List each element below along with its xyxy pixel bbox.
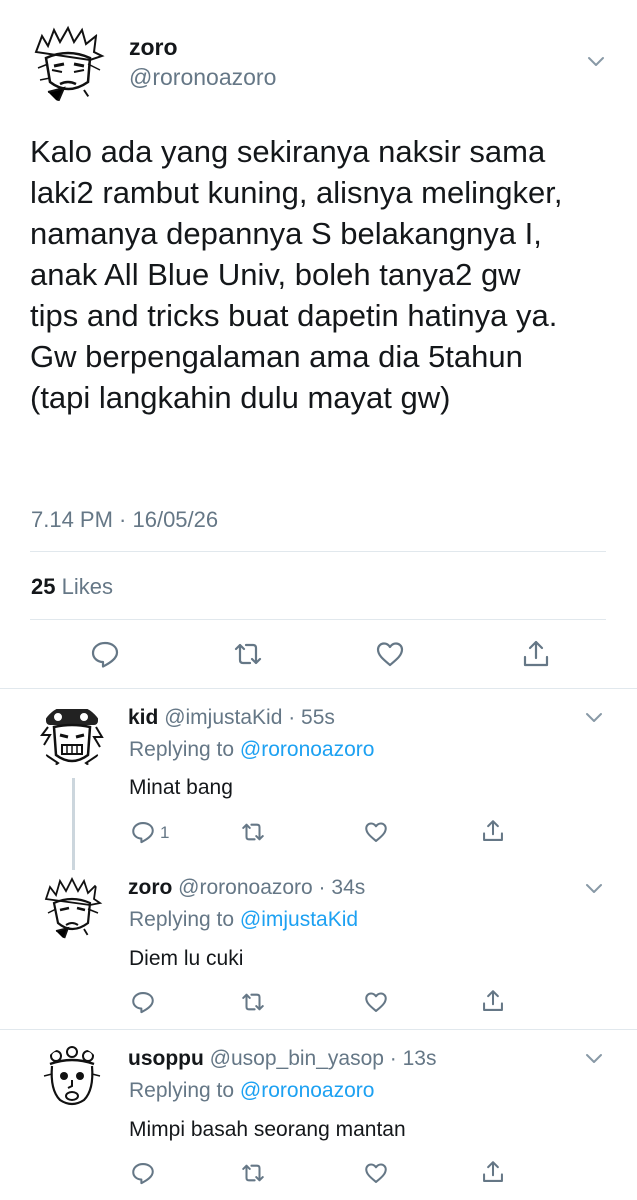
reply-header: kid @imjustaKid · 55s xyxy=(128,706,335,730)
reply-handle-time[interactable]: @imjustaKid · 55s xyxy=(164,706,335,729)
tweet-timestamp[interactable]: 7.14 PM · 16/05/26 xyxy=(31,507,218,533)
share-icon[interactable] xyxy=(520,638,552,670)
tweet-text: Kalo ada yang sekiranya naksir sama laki… xyxy=(30,131,620,418)
reply-author-name[interactable]: usoppu xyxy=(128,1047,204,1070)
likes-number: 25 xyxy=(31,574,56,599)
tweet-text-line: laki2 rambut kuning, alisnya melingker, xyxy=(30,175,563,210)
share-icon[interactable] xyxy=(480,818,506,844)
reply-icon[interactable] xyxy=(89,638,121,670)
likes-label: Likes xyxy=(61,574,113,599)
reply-text: Diem lu cuki xyxy=(129,947,244,970)
share-icon[interactable] xyxy=(480,1159,506,1185)
replying-to: Replying to @roronoazoro xyxy=(129,1079,374,1103)
reply-header: usoppu @usop_bin_yasop · 13s xyxy=(128,1047,436,1071)
thread-connector xyxy=(72,778,75,870)
divider xyxy=(30,619,606,620)
tweet-text-line: Kalo ada yang sekiranya naksir sama xyxy=(30,134,546,169)
tweet-text-line: namanya depannya S belakangnya I, xyxy=(30,216,542,251)
retweet-icon[interactable] xyxy=(240,989,266,1015)
replying-to: Replying to @roronoazoro xyxy=(129,738,374,762)
like-icon[interactable] xyxy=(374,638,406,670)
avatar[interactable] xyxy=(28,22,108,102)
reply-icon[interactable] xyxy=(130,989,156,1015)
reply-count: 1 xyxy=(160,823,170,842)
divider xyxy=(30,551,606,552)
tweet-text-line: (tapi langkahin dulu mayat gw) xyxy=(30,380,451,415)
reply-author-name[interactable]: kid xyxy=(128,706,158,729)
tweet-text-line: Gw berpengalaman ama dia 5tahun xyxy=(30,339,523,374)
like-icon[interactable] xyxy=(363,819,389,845)
replying-to-label: Replying to xyxy=(129,738,235,761)
replying-to: Replying to @imjustaKid xyxy=(129,908,358,932)
like-icon[interactable] xyxy=(363,1160,389,1186)
reply-text: Minat bang xyxy=(129,776,233,799)
retweet-icon[interactable] xyxy=(240,819,266,845)
divider xyxy=(0,688,637,689)
avatar[interactable] xyxy=(40,1046,104,1110)
tweet-text-line: tips and tricks buat dapetin hatinya ya. xyxy=(30,298,558,333)
tweet-text-line: anak All Blue Univ, boleh tanya2 gw xyxy=(30,257,521,292)
reply-icon[interactable] xyxy=(130,819,156,845)
reply-header: zoro @roronoazoro · 34s xyxy=(128,876,365,900)
avatar[interactable] xyxy=(40,875,104,939)
reply-icon[interactable] xyxy=(130,1160,156,1186)
chevron-down-icon[interactable] xyxy=(584,1052,604,1066)
chevron-down-icon[interactable] xyxy=(584,882,604,896)
chevron-down-icon[interactable] xyxy=(584,711,604,725)
retweet-icon[interactable] xyxy=(232,638,264,670)
replying-to-link[interactable]: @roronoazoro xyxy=(240,1079,375,1102)
reply-author-name[interactable]: zoro xyxy=(128,876,172,899)
avatar[interactable] xyxy=(40,705,104,769)
replying-to-link[interactable]: @roronoazoro xyxy=(240,738,375,761)
divider xyxy=(0,1029,637,1030)
replying-to-link[interactable]: @imjustaKid xyxy=(240,908,358,931)
author-handle[interactable]: @roronoazoro xyxy=(129,64,276,91)
chevron-down-icon[interactable] xyxy=(586,55,606,69)
reply-handle-time[interactable]: @usop_bin_yasop · 13s xyxy=(210,1047,437,1070)
reply-text: Mimpi basah seorang mantan xyxy=(129,1118,406,1141)
share-icon[interactable] xyxy=(480,988,506,1014)
likes-count[interactable]: 25 Likes xyxy=(31,574,113,600)
replying-to-label: Replying to xyxy=(129,1079,235,1102)
retweet-icon[interactable] xyxy=(240,1160,266,1186)
author-name[interactable]: zoro xyxy=(129,34,178,61)
reply-handle-time[interactable]: @roronoazoro · 34s xyxy=(178,876,365,899)
replying-to-label: Replying to xyxy=(129,908,235,931)
like-icon[interactable] xyxy=(363,989,389,1015)
